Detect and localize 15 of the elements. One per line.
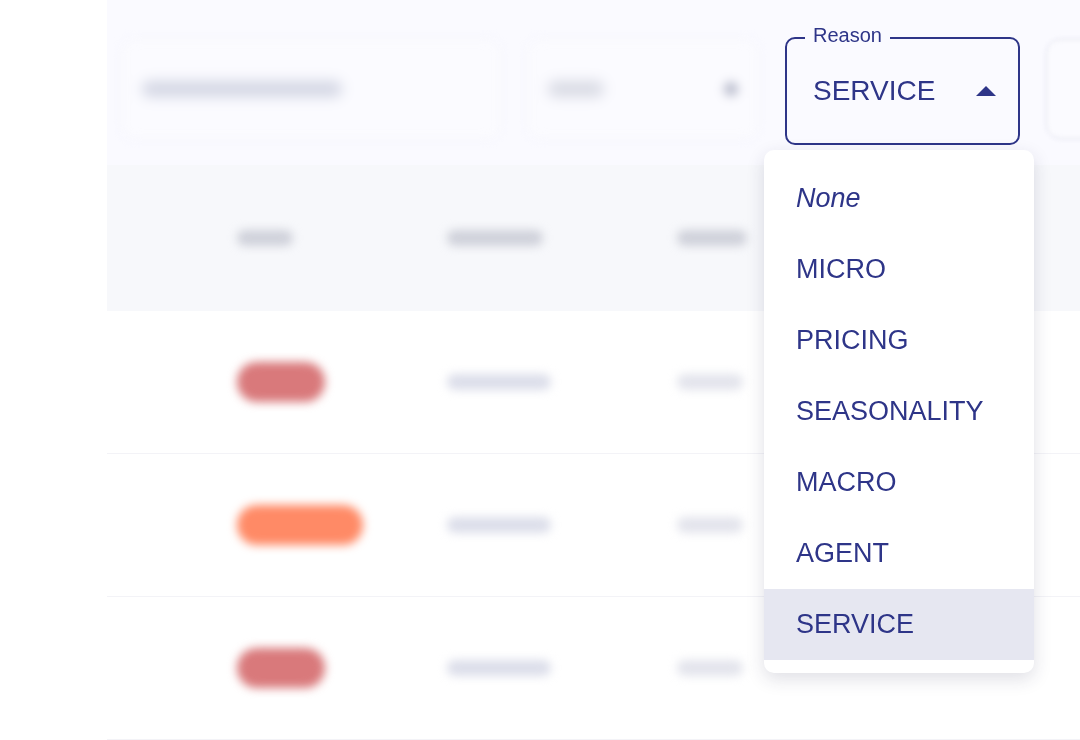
caret-icon — [976, 86, 996, 96]
menu-item[interactable]: SEASONALITY — [764, 376, 1034, 447]
menu-item[interactable]: AGENT — [764, 518, 1034, 589]
blurred-text — [237, 229, 293, 246]
blurred-text — [677, 659, 743, 676]
menu-item[interactable]: None — [764, 163, 1034, 234]
blurred-text — [677, 373, 743, 390]
select-value: SERVICE — [813, 75, 936, 107]
blurred-text — [677, 229, 747, 246]
caret-icon — [724, 82, 738, 96]
blurred-text — [677, 516, 743, 533]
menu-item[interactable]: PRICING — [764, 305, 1034, 376]
menu-item[interactable]: MICRO — [764, 234, 1034, 305]
menu-item[interactable]: SERVICE — [764, 589, 1034, 660]
menu-item[interactable]: MACRO — [764, 447, 1034, 518]
